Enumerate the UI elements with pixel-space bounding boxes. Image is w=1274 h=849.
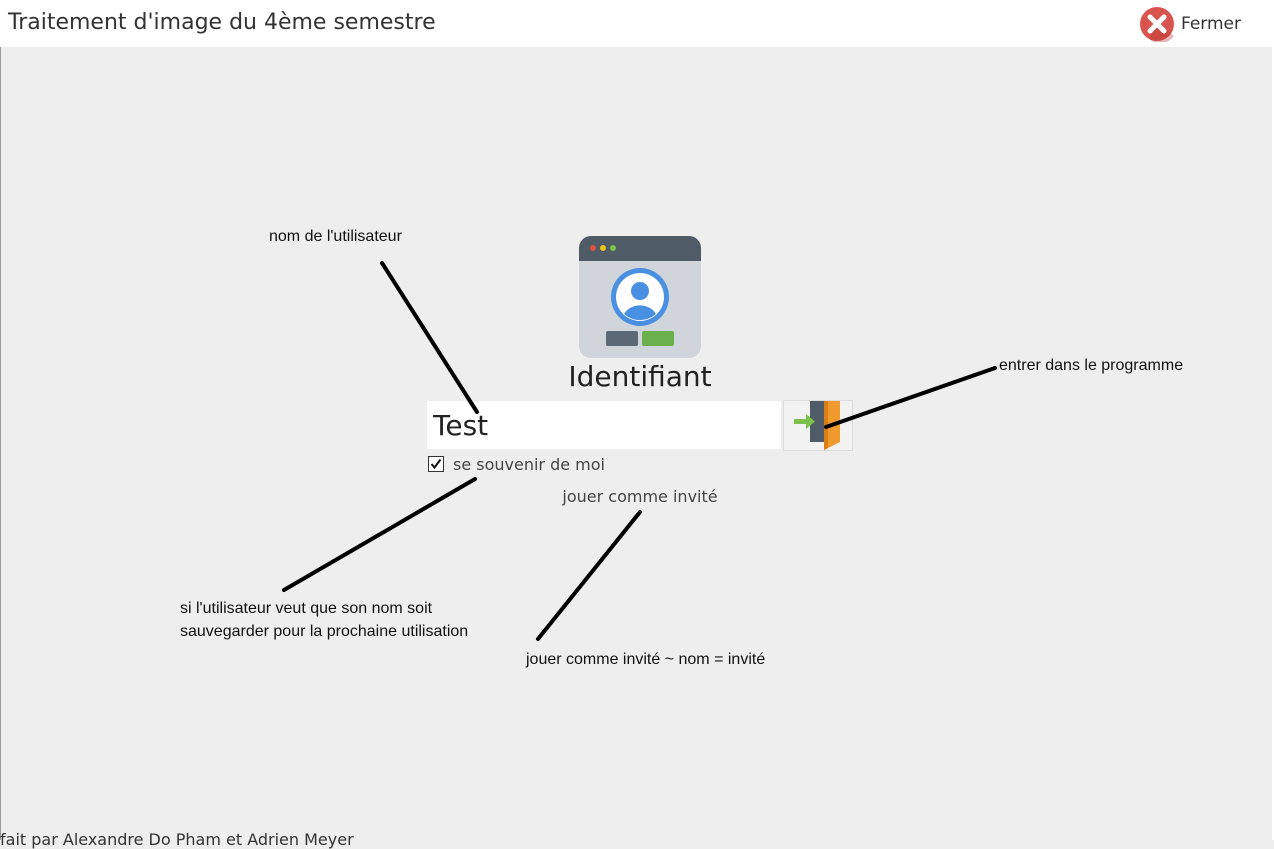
annotation-remember: si l'utilisateur veut que son nom soit s… <box>180 597 468 643</box>
door-enter-icon <box>784 401 852 454</box>
checkmark-icon <box>430 458 442 470</box>
window-title: Traitement d'image du 4ème semestre <box>8 10 436 35</box>
guest-login-link[interactable]: jouer comme invité <box>540 487 740 506</box>
user-login-window-icon <box>578 235 702 359</box>
close-button[interactable]: Fermer <box>1139 6 1259 44</box>
window-left-border <box>0 47 1 840</box>
enter-button[interactable] <box>783 400 853 451</box>
identifiant-heading: Identifiant <box>568 360 712 393</box>
annotation-username: nom de l'utilisateur <box>269 228 402 245</box>
annotation-guest: jouer comme invité ~ nom = invité <box>526 651 766 668</box>
annotation-line-remember <box>282 477 477 592</box>
annotation-enter: entrer dans le programme <box>999 357 1184 374</box>
close-icon <box>1139 6 1175 44</box>
title-bar: Traitement d'image du 4ème semestre Ferm… <box>0 0 1274 47</box>
annotation-line-username <box>380 261 479 414</box>
close-label: Fermer <box>1181 14 1242 34</box>
username-input[interactable] <box>427 401 781 449</box>
annotation-remember-line2: sauvegarder pour la prochaine utilisatio… <box>180 623 469 640</box>
remember-me-label: se souvenir de moi <box>453 454 605 474</box>
remember-me-row[interactable]: se souvenir de moi <box>427 452 605 476</box>
remember-me-checkbox[interactable] <box>428 456 444 472</box>
annotation-line-guest <box>536 510 642 641</box>
annotation-remember-line1: si l'utilisateur veut que son nom soit <box>180 600 433 617</box>
